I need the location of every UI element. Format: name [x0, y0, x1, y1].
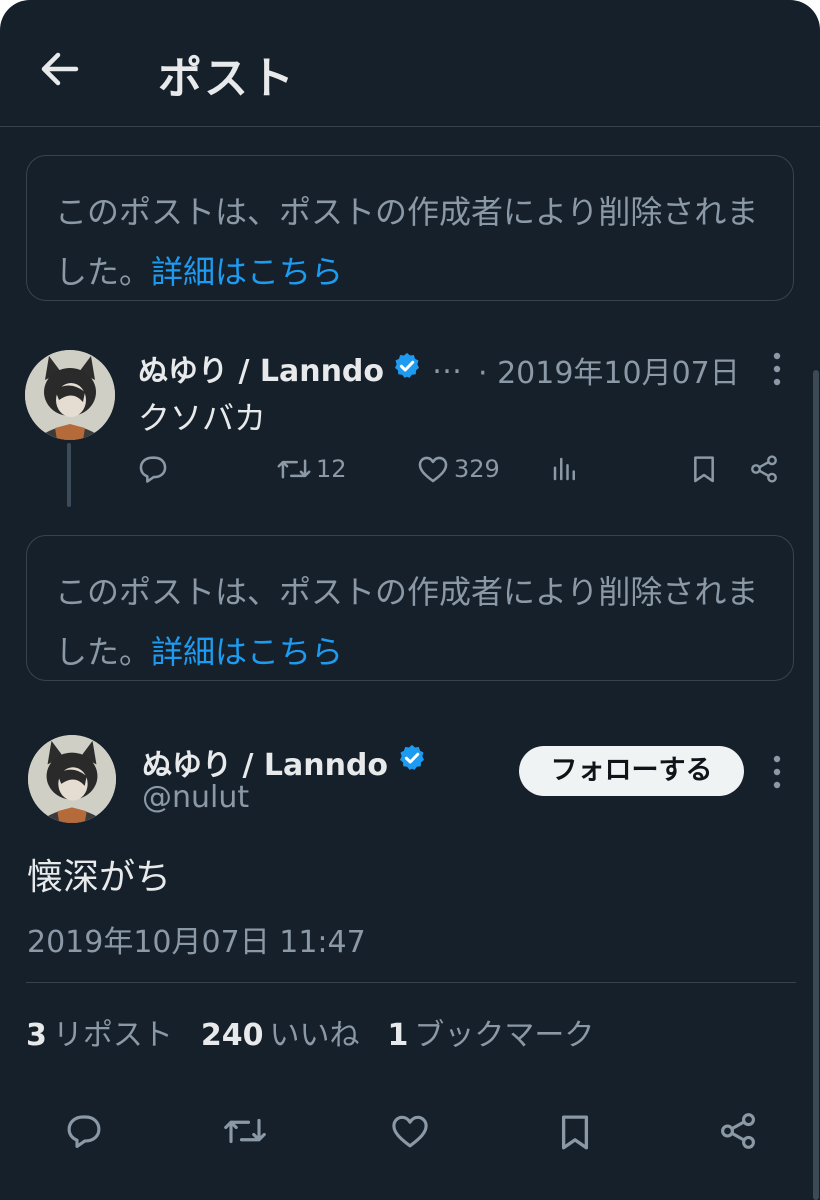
retweet-button[interactable]: 12: [276, 452, 347, 486]
reply-button[interactable]: [136, 452, 170, 486]
bookmark-label[interactable]: ブックマーク: [414, 1018, 594, 1053]
divider: [26, 982, 796, 983]
thread-line: [67, 443, 71, 507]
bookmark-count[interactable]: 1: [388, 1018, 409, 1053]
engagement-stats: 3 リポスト 240 いいね 1 ブックマーク: [26, 1010, 622, 1054]
page-title: ポスト: [158, 53, 296, 104]
more-vertical-icon[interactable]: [772, 754, 782, 790]
deleted-notice-suffix: した。: [55, 253, 152, 291]
share-button[interactable]: [748, 452, 780, 486]
post-text: 懐深がち: [27, 857, 172, 898]
like-label[interactable]: いいね: [270, 1018, 360, 1053]
post-text: クソバカ: [138, 399, 267, 437]
deleted-notice-text: このポストは、ポストの作成者により削除されま: [55, 573, 759, 611]
verified-badge-icon: [395, 352, 419, 378]
bookmark-button[interactable]: [554, 1110, 596, 1154]
avatar-image: [25, 350, 115, 440]
views-button[interactable]: [550, 452, 580, 486]
retweet-icon: [277, 459, 311, 479]
like-button[interactable]: 329: [416, 452, 500, 486]
user-handle[interactable]: @nulut: [142, 780, 249, 815]
reply-button[interactable]: [62, 1110, 106, 1152]
top-bar: ポスト: [0, 0, 820, 127]
heart-icon: [418, 456, 448, 483]
repost-count[interactable]: 3: [26, 1018, 47, 1053]
deleted-notice-suffix: した。: [55, 633, 152, 671]
display-name[interactable]: ぬゆり / Lanndo: [142, 740, 388, 784]
follow-button[interactable]: フォローする: [519, 746, 744, 796]
like-button[interactable]: [388, 1110, 432, 1152]
reply-icon: [139, 456, 167, 483]
name-ellipsis: …: [432, 346, 462, 381]
app-screen: ポスト このポストは、ポストの作成者により削除されま した。詳細はこちら ぬゆり…: [0, 0, 820, 1200]
deleted-post-notice: このポストは、ポストの作成者により削除されま した。詳細はこちら: [26, 155, 794, 301]
back-button[interactable]: [36, 44, 86, 94]
share-icon: [751, 455, 777, 483]
more-vertical-icon[interactable]: [772, 351, 782, 387]
like-count: 329: [454, 455, 500, 483]
repost-label[interactable]: リポスト: [53, 1018, 173, 1053]
avatar[interactable]: [25, 350, 115, 440]
analytics-icon: [553, 457, 575, 481]
deleted-notice-text: このポストは、ポストの作成者により削除されま: [55, 193, 759, 231]
avatar-image: [28, 735, 116, 823]
share-button[interactable]: [717, 1110, 759, 1152]
deleted-post-notice: このポストは、ポストの作成者により削除されま した。詳細はこちら: [26, 535, 794, 681]
details-link[interactable]: 詳細はこちら: [151, 633, 343, 671]
verified-badge-icon: [400, 744, 424, 770]
post-timestamp: 2019年10月07日 11:47: [27, 925, 366, 960]
post-date[interactable]: · 2019年10月07日: [478, 348, 740, 392]
reply-icon: [67, 1115, 101, 1148]
display-name[interactable]: ぬゆり / Lanndo: [138, 346, 384, 390]
like-count[interactable]: 240: [201, 1018, 264, 1053]
bookmark-icon: [561, 1115, 589, 1150]
details-link[interactable]: 詳細はこちら: [151, 253, 343, 291]
heart-icon: [392, 1115, 428, 1148]
bookmark-button[interactable]: [688, 452, 720, 486]
retweet-count: 12: [316, 455, 347, 483]
arrow-left-icon: [41, 52, 79, 86]
bookmark-icon: [694, 456, 714, 483]
retweet-icon: [224, 1118, 266, 1144]
scrollbar[interactable]: [813, 370, 819, 1200]
avatar[interactable]: [28, 735, 116, 823]
retweet-button[interactable]: [221, 1110, 269, 1152]
share-icon: [721, 1113, 755, 1149]
